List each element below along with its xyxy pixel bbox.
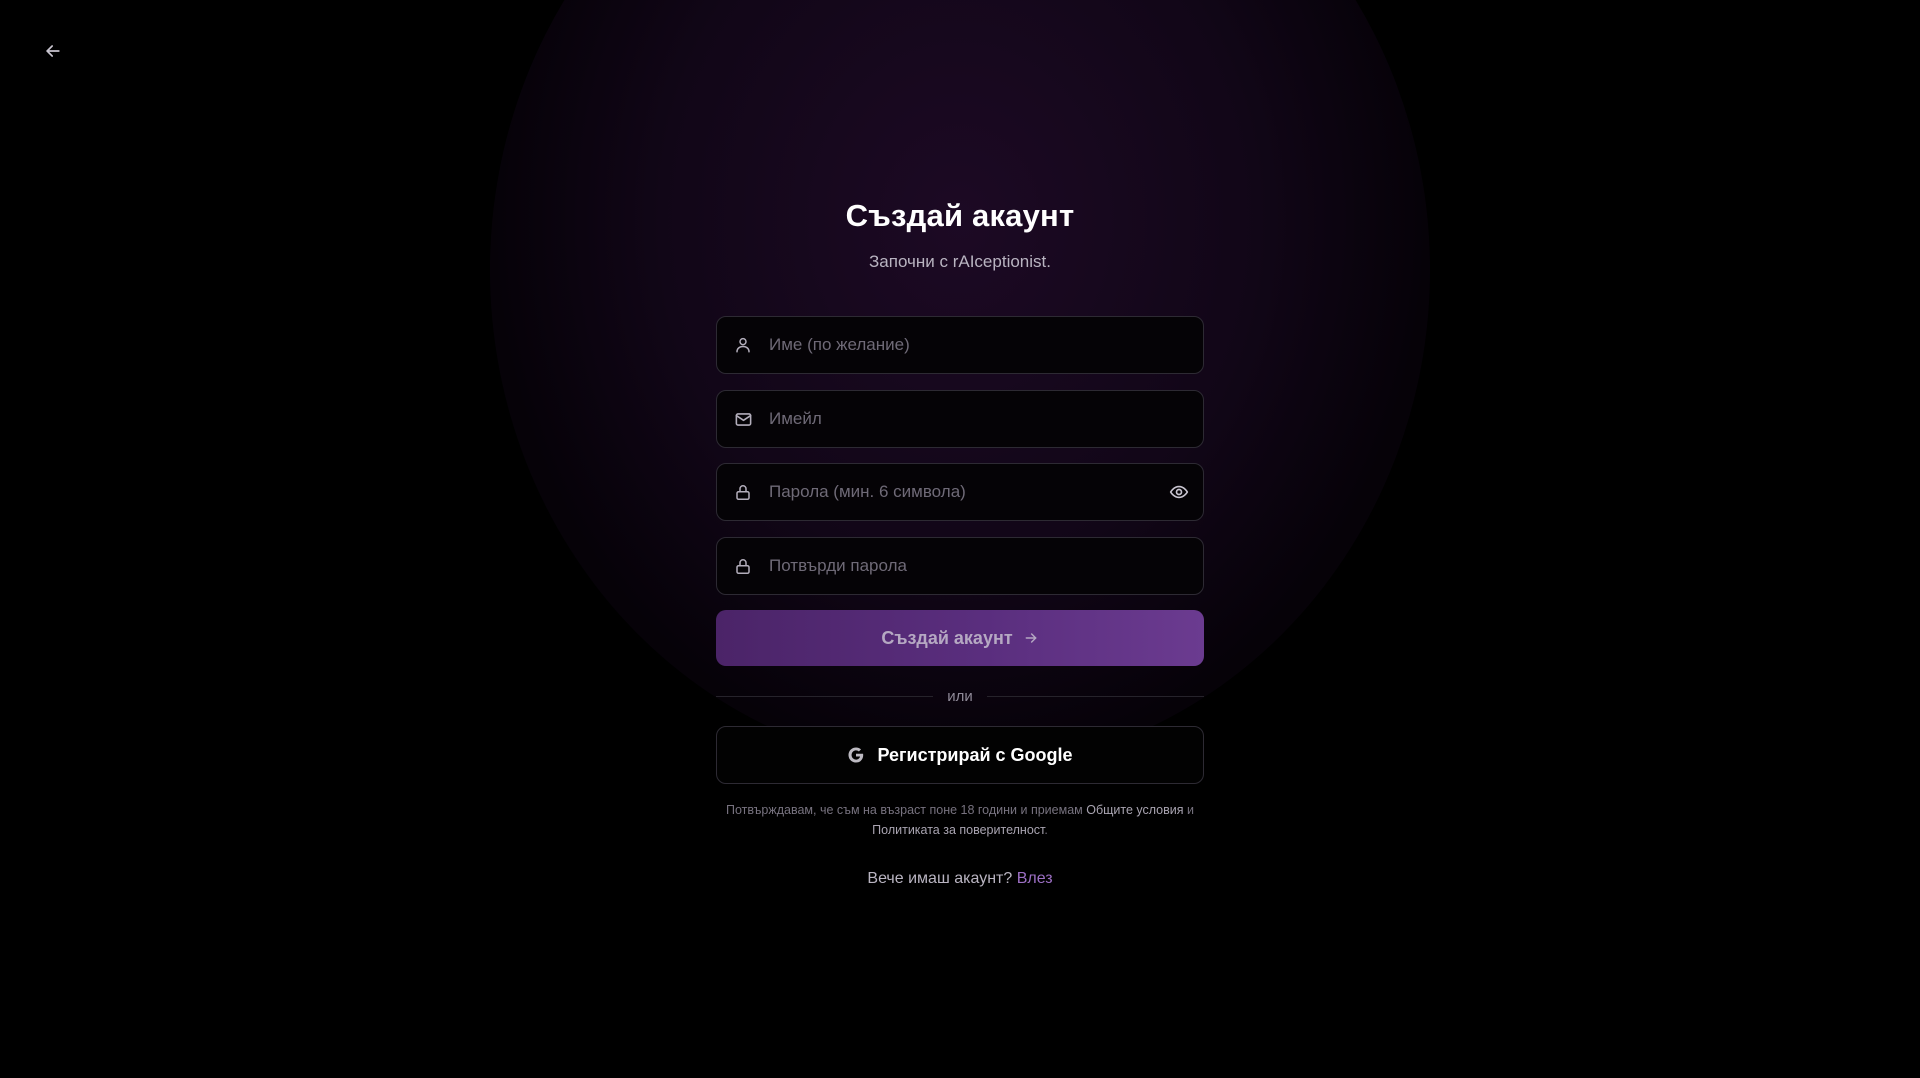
back-button[interactable] [36, 34, 70, 68]
terms-prefix: Потвърждавам, че съм на възраст поне 18 … [725, 803, 1087, 817]
google-icon [848, 747, 864, 763]
email-input[interactable] [769, 391, 1203, 447]
terms-link[interactable]: Общите условия [1086, 803, 1183, 817]
terms-suffix: . [1044, 823, 1048, 837]
create-account-label: Създай акаунт [881, 627, 1013, 648]
or-divider: или [716, 684, 1205, 708]
page-title: Създай акаунт [845, 198, 1075, 233]
email-field [716, 390, 1204, 448]
google-signup-label: Регистрирай с Google [877, 744, 1073, 765]
terms-notice: Потвърждавам, че съм на възраст поне 18 … [716, 800, 1204, 840]
password-input[interactable] [769, 464, 1155, 520]
arrow-left-icon [46, 45, 60, 57]
password-field [716, 463, 1204, 521]
arrow-right-icon [1025, 633, 1037, 643]
google-signup-button[interactable]: Регистрирай с Google [716, 726, 1204, 784]
show-password-toggle[interactable] [1155, 482, 1203, 502]
divider-line-right [986, 695, 1205, 697]
signin-prompt: Вече имаш акаунт? Влез [0, 870, 1920, 888]
divider-text: или [947, 687, 973, 705]
name-field [716, 316, 1204, 374]
page-subtitle: Започни с rAIceptionist. [869, 252, 1051, 271]
terms-conjunction: и [1183, 803, 1194, 817]
user-icon [717, 336, 769, 354]
create-account-button[interactable]: Създай акаунт [716, 610, 1204, 666]
mail-icon [717, 410, 769, 429]
signup-page: Създай акаунт Започни с rAIceptionist. И… [0, 0, 1920, 1078]
lock-icon [717, 557, 769, 576]
confirm-password-input[interactable] [769, 538, 1203, 594]
privacy-link[interactable]: Политиката за поверителност [872, 823, 1044, 837]
lock-icon [717, 483, 769, 502]
divider-line-left [716, 695, 934, 697]
name-input[interactable] [769, 317, 1203, 373]
confirm-password-field [716, 537, 1204, 595]
signin-prompt-text: Вече имаш акаунт? [867, 870, 1013, 887]
signin-link[interactable]: Влез [1017, 870, 1053, 887]
eye-icon [1169, 485, 1189, 499]
